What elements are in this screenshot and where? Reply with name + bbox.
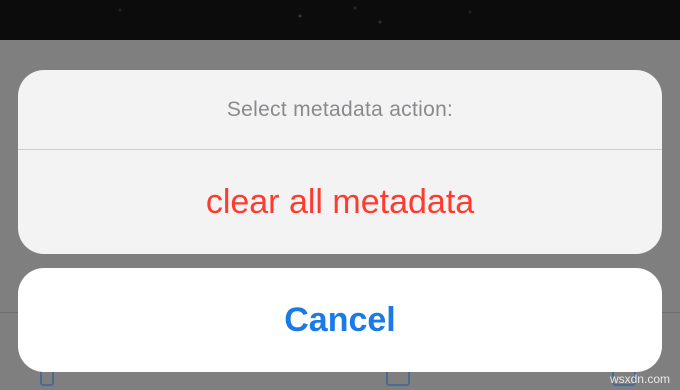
background-photo — [0, 0, 680, 40]
action-sheet: Select metadata action: clear all metada… — [18, 70, 662, 254]
watermark: wsxdn.com — [609, 372, 670, 386]
cancel-button[interactable]: Cancel — [18, 268, 662, 372]
action-sheet-title: Select metadata action: — [18, 70, 662, 150]
cancel-label: Cancel — [284, 300, 396, 339]
clear-all-metadata-button[interactable]: clear all metadata — [18, 150, 662, 254]
